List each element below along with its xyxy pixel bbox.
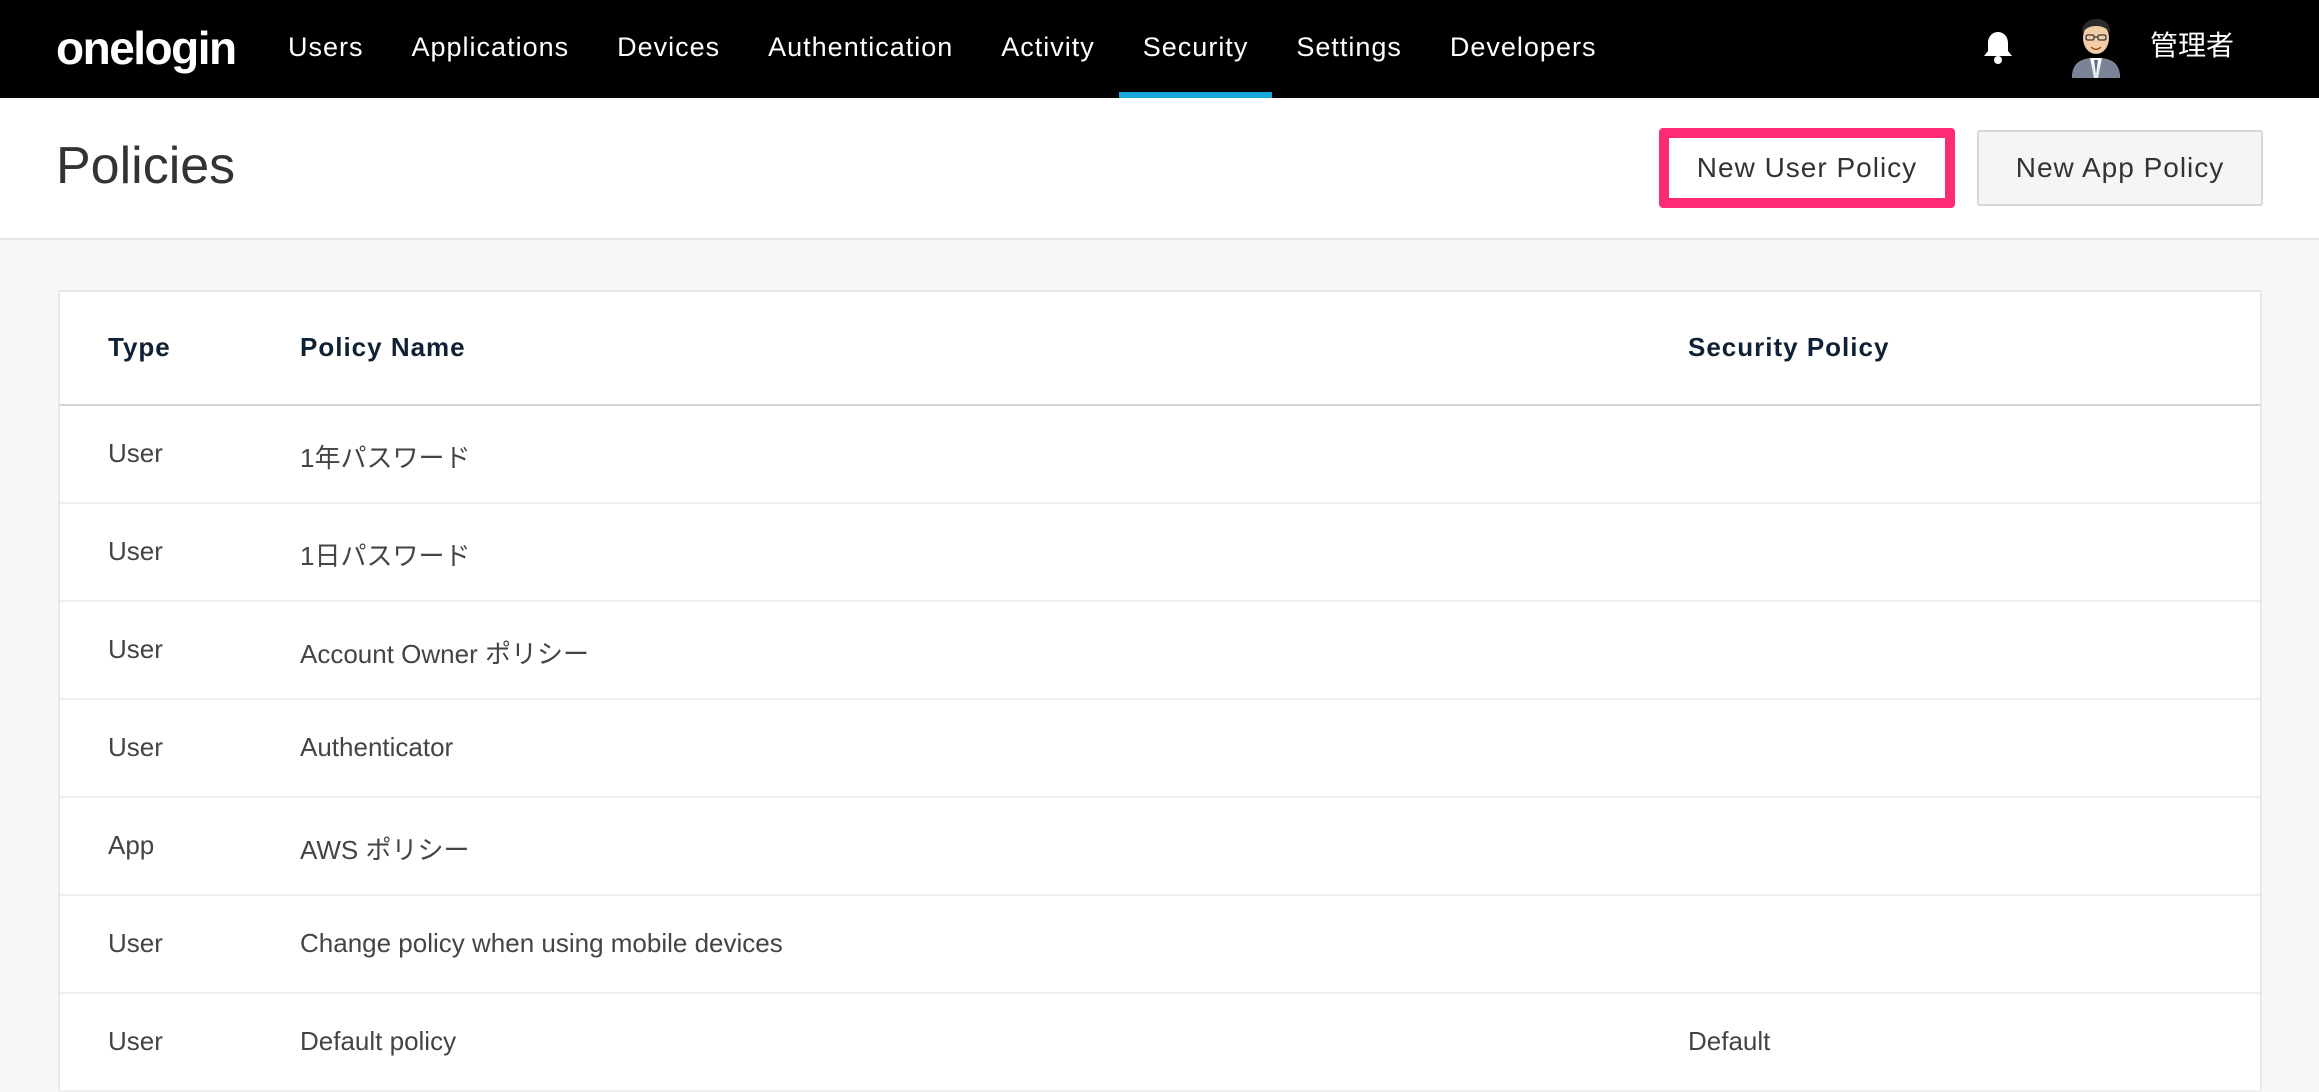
table-header: Type Policy Name Security Policy	[60, 292, 2260, 406]
cell-type: App	[108, 830, 155, 860]
table-row[interactable]: User 1日パスワード	[60, 504, 2260, 602]
table-row[interactable]: User Default policy Default	[60, 994, 2260, 1092]
nav-item-applications[interactable]: Applications	[388, 0, 594, 98]
cell-type: User	[108, 732, 163, 762]
cell-policy-name[interactable]: Default policy	[300, 1026, 456, 1057]
nav-item-security[interactable]: Security	[1118, 0, 1273, 98]
table-row[interactable]: User Change policy when using mobile dev…	[60, 896, 2260, 994]
top-navigation-bar: onelogin Users Applications Devices Auth…	[0, 0, 2319, 98]
cell-type: User	[108, 634, 163, 664]
page-header: Policies New User Policy New App Policy	[0, 98, 2319, 240]
nav-item-devices[interactable]: Devices	[593, 0, 744, 98]
cell-policy-name[interactable]: 1日パスワード	[300, 536, 470, 573]
cell-type: User	[108, 1026, 163, 1056]
cell-policy-name[interactable]: Authenticator	[300, 732, 453, 763]
user-name[interactable]: 管理者	[2150, 26, 2234, 66]
nav-item-activity[interactable]: Activity	[977, 0, 1119, 98]
cell-type: User	[108, 438, 163, 468]
column-header-security-policy[interactable]: Security Policy	[1688, 332, 1889, 363]
cell-policy-name[interactable]: AWS ポリシー	[300, 830, 469, 867]
nav-item-developers[interactable]: Developers	[1426, 0, 1621, 98]
cell-type: User	[108, 536, 163, 566]
nav-item-authentication[interactable]: Authentication	[744, 0, 977, 98]
cell-security-policy: Default	[1688, 1026, 1771, 1056]
page-title: Policies	[56, 137, 236, 195]
bell-icon[interactable]	[1982, 30, 2014, 64]
table-row[interactable]: User 1年パスワード	[60, 406, 2260, 504]
cell-policy-name[interactable]: 1年パスワード	[300, 438, 470, 475]
cell-policy-name[interactable]: Account Owner ポリシー	[300, 634, 589, 671]
policies-table: Type Policy Name Security Policy User 1年…	[58, 290, 2262, 1092]
user-avatar[interactable]	[2068, 16, 2124, 78]
cell-type: User	[108, 928, 163, 958]
table-row[interactable]: User Account Owner ポリシー	[60, 602, 2260, 700]
cell-policy-name[interactable]: Change policy when using mobile devices	[300, 928, 783, 959]
table-row[interactable]: User Authenticator	[60, 700, 2260, 798]
main-nav: Users Applications Devices Authenticatio…	[264, 0, 1620, 98]
new-user-policy-button[interactable]: New User Policy	[1669, 138, 1945, 198]
new-app-policy-button[interactable]: New App Policy	[1977, 130, 2263, 206]
nav-item-settings[interactable]: Settings	[1272, 0, 1426, 98]
nav-item-users[interactable]: Users	[264, 0, 388, 98]
table-row[interactable]: App AWS ポリシー	[60, 798, 2260, 896]
column-header-type[interactable]: Type	[108, 332, 171, 363]
onelogin-logo[interactable]: onelogin	[56, 18, 237, 78]
column-header-policy-name[interactable]: Policy Name	[300, 332, 466, 363]
